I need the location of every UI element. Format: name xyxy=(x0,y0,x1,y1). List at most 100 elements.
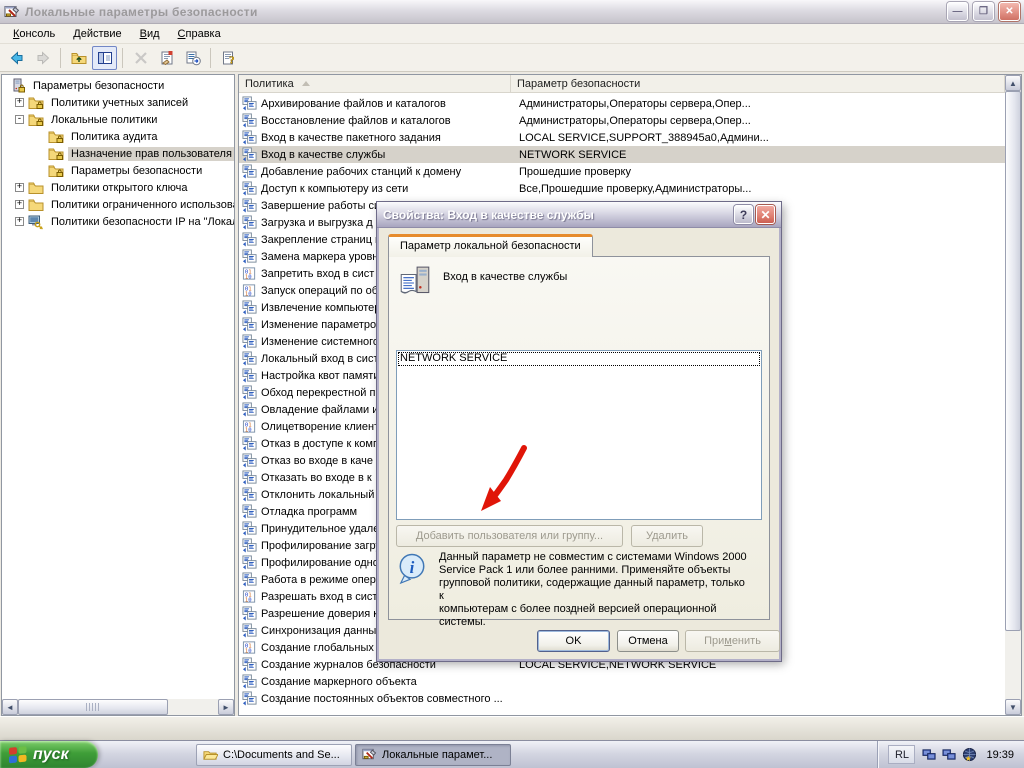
delete-button[interactable] xyxy=(128,46,153,70)
folder-icon xyxy=(28,180,44,196)
collapse-minus-icon[interactable]: - xyxy=(15,115,24,124)
delete-icon xyxy=(133,50,149,66)
policy-row[interactable]: Создание маркерного объекта xyxy=(239,673,1005,690)
tree-item[interactable]: + Политики открытого ключа xyxy=(2,179,234,196)
tree-item-label: Параметры безопасности xyxy=(33,79,165,92)
scroll-left-icon[interactable]: ◄ xyxy=(2,699,18,715)
help-icon: ? xyxy=(221,50,237,66)
tree-item-label: Политики безопасности IP на "Локал xyxy=(51,215,234,228)
restore-button[interactable]: ❐ xyxy=(973,2,994,21)
folder-icon xyxy=(28,197,44,213)
expand-plus-icon[interactable]: + xyxy=(15,183,24,192)
security-setting-cell: Администраторы,Операторы сервера,Опер... xyxy=(519,97,751,110)
folder-lock-icon xyxy=(48,129,64,145)
menu-help[interactable]: Справка xyxy=(169,26,230,42)
policy-icon xyxy=(242,674,257,689)
expand-plus-icon[interactable]: + xyxy=(15,200,24,209)
policy-row[interactable]: Добавление рабочих станций к домену Проше… xyxy=(239,163,1005,180)
column-header-policy[interactable]: Политика xyxy=(239,75,511,92)
scroll-down-icon[interactable]: ▼ xyxy=(1005,699,1021,715)
help-button[interactable]: ? xyxy=(216,46,241,70)
policy-row[interactable]: Вход в качестве пакетного задания LOCAL S… xyxy=(239,129,1005,146)
policy-row[interactable]: Архивирование файлов и каталогов Админист… xyxy=(239,95,1005,112)
cancel-button[interactable]: Отмена xyxy=(617,630,679,652)
remove-button[interactable]: Удалить xyxy=(631,525,703,547)
listbox-item[interactable]: NETWORK SERVICE xyxy=(398,352,760,366)
list-vertical-scrollbar[interactable]: ▲ ▼ xyxy=(1005,75,1021,715)
scrollbar-thumb[interactable] xyxy=(18,699,168,715)
list-header: Политика Параметр безопасности xyxy=(239,75,1005,93)
tree-item[interactable]: Назначение прав пользователя xyxy=(2,145,234,162)
tree-item[interactable]: - Локальные политики xyxy=(2,111,234,128)
dialog-close-icon[interactable]: ✕ xyxy=(756,205,775,224)
column-header-setting[interactable]: Параметр безопасности xyxy=(511,75,1005,92)
toolbar: ? xyxy=(0,44,1024,72)
up-one-level-button[interactable] xyxy=(66,46,91,70)
up-folder-icon xyxy=(71,50,87,66)
svg-text:10: 10 xyxy=(245,598,252,604)
tree-item[interactable]: + Политики безопасности IP на "Локал xyxy=(2,213,234,230)
tree-item[interactable]: Политика аудита xyxy=(2,128,234,145)
tab-local-security-setting[interactable]: Параметр локальной безопасности xyxy=(388,234,593,257)
minimize-button[interactable]: ― xyxy=(947,2,968,21)
scroll-up-icon[interactable]: ▲ xyxy=(1005,75,1021,91)
menu-label-accel: С xyxy=(177,27,186,40)
dialog-help-button[interactable]: ? xyxy=(734,205,753,224)
members-listbox[interactable]: NETWORK SERVICE xyxy=(396,350,762,520)
scrollbar-track[interactable] xyxy=(18,699,218,715)
folder-lock-icon xyxy=(48,163,64,179)
taskbar-button[interactable]: Локальные парамет... xyxy=(355,743,511,766)
add-user-or-group-button[interactable]: Добавить пользователя или группу... xyxy=(396,525,623,547)
taskbar-button[interactable]: C:\Documents and Se... xyxy=(196,743,352,766)
tree-horizontal-scrollbar[interactable]: ◄ ► xyxy=(2,699,234,715)
scroll-right-icon[interactable]: ► xyxy=(218,699,234,715)
start-button[interactable]: пуск xyxy=(0,741,98,768)
screen: Локальные параметры безопасности ― ❐ ✕ К… xyxy=(0,0,1024,768)
policy-row[interactable]: Восстановление файлов и каталогов Админис… xyxy=(239,112,1005,129)
menu-console[interactable]: Консоль xyxy=(4,26,64,42)
column-header-policy-label: Политика xyxy=(245,77,294,90)
policy-row[interactable]: Доступ к компьютеру из сети Все,Прошедшие… xyxy=(239,180,1005,197)
apply-button[interactable]: При м енить xyxy=(685,630,780,652)
tab-page: Вход в качестве службы NETWORK SERVICE Д… xyxy=(388,256,770,628)
policy-icon xyxy=(242,657,257,672)
tree-item[interactable]: Параметры безопасности xyxy=(2,77,234,94)
tree-item[interactable]: + Политики учетных записей xyxy=(2,94,234,111)
scrollbar-thumb[interactable] xyxy=(1005,91,1021,631)
tree-item[interactable]: + Политики ограниченного использова xyxy=(2,196,234,213)
start-button-label: пуск xyxy=(33,745,69,763)
policy-icon xyxy=(242,130,257,145)
taskbar-button-label: Локальные парамет... xyxy=(382,748,493,761)
properties-button[interactable] xyxy=(154,46,179,70)
menu-label-post: онсоль xyxy=(19,27,56,40)
taskbar-buttons: C:\Documents and Se... Локальные парамет.… xyxy=(98,741,877,768)
expand-plus-icon[interactable]: + xyxy=(15,98,24,107)
expand-plus-icon[interactable]: + xyxy=(15,217,24,226)
info-icon: i xyxy=(397,553,427,585)
menu-view[interactable]: Вид xyxy=(131,26,169,42)
windows-flag-icon xyxy=(8,745,28,765)
svg-text:?: ? xyxy=(229,54,235,66)
taskbar: пуск C:\Documents and Se... Локальные пар… xyxy=(0,740,1024,768)
export-list-button[interactable] xyxy=(180,46,205,70)
policy-icon xyxy=(242,572,257,587)
back-button[interactable] xyxy=(4,46,29,70)
language-indicator[interactable]: RL xyxy=(888,745,916,764)
computer-lock-icon xyxy=(10,78,26,94)
toolbar-separator xyxy=(122,47,123,68)
menu-label-post: ействие xyxy=(80,27,122,40)
show-tree-button[interactable] xyxy=(92,45,117,70)
menu-action[interactable]: Действие xyxy=(64,26,130,42)
policy-icon xyxy=(242,164,257,179)
ok-button[interactable]: OK xyxy=(537,630,610,652)
tree-item-label: Политика аудита xyxy=(71,130,158,143)
tree-item[interactable]: Параметры безопасности xyxy=(2,162,234,179)
forward-button[interactable] xyxy=(30,46,55,70)
close-button[interactable]: ✕ xyxy=(999,2,1020,21)
back-icon xyxy=(9,50,25,66)
compatibility-note-text: Данный параметр не совместим с системами… xyxy=(439,551,747,628)
policy-icon xyxy=(242,521,257,536)
policy-row[interactable]: Вход в качестве службы NETWORK SERVICE xyxy=(239,146,1005,163)
policy-icon xyxy=(242,453,257,468)
policy-row[interactable]: Создание постоянных объектов совместного… xyxy=(239,690,1005,707)
